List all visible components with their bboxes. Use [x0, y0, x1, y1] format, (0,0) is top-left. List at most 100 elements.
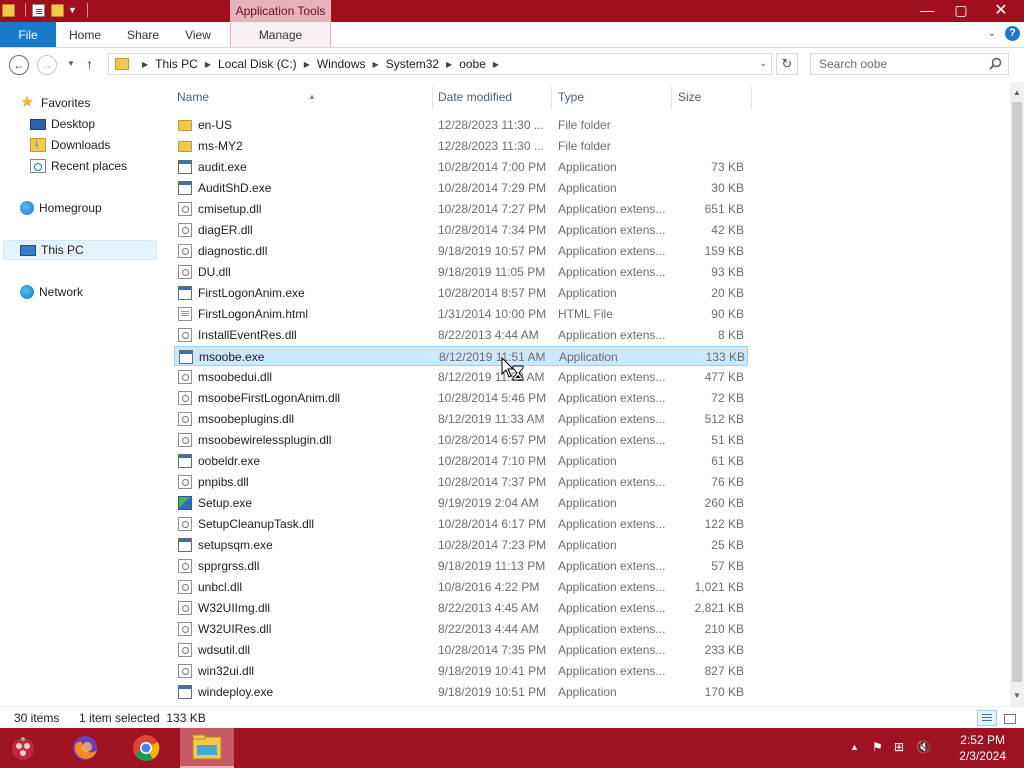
- column-divider[interactable]: [551, 86, 552, 108]
- large-icons-view-icon[interactable]: [999, 710, 1019, 726]
- dll-icon: [178, 412, 192, 426]
- table-row[interactable]: FirstLogonAnim.html 1/31/2014 10:00 PM HTM…: [174, 304, 748, 324]
- table-row[interactable]: windeploy.exe 9/18/2019 10:51 PM Applicati…: [174, 682, 748, 702]
- table-row[interactable]: msoobewirelessplugin.dll 10/28/2014 6:57 …: [174, 430, 748, 450]
- table-row[interactable]: msoobedui.dll 8/12/2019 11:52 AM Applicati…: [174, 367, 748, 387]
- tab-view[interactable]: View: [174, 22, 222, 47]
- table-row[interactable]: pnpibs.dll 10/28/2014 7:37 PM Application …: [174, 472, 748, 492]
- table-row[interactable]: FirstLogonAnim.exe 10/28/2014 8:57 PM Appl…: [174, 283, 748, 303]
- table-row[interactable]: unbcl.dll 10/8/2016 4:22 PM Application ex…: [174, 577, 748, 597]
- table-row[interactable]: diagnostic.dll 9/18/2019 10:57 PM Applicat…: [174, 241, 748, 261]
- tab-share[interactable]: Share: [116, 22, 170, 47]
- table-row[interactable]: W32UIRes.dll 8/22/2013 4:44 AM Application…: [174, 619, 748, 639]
- table-row[interactable]: cmisetup.dll 10/28/2014 7:27 PM Applicatio…: [174, 199, 748, 219]
- table-row[interactable]: win32ui.dll 9/18/2019 10:41 PM Application…: [174, 661, 748, 681]
- up-button[interactable]: ↑: [86, 56, 93, 72]
- table-row[interactable]: spprgrss.dll 9/18/2019 11:13 PM Applicatio…: [174, 556, 748, 576]
- table-row[interactable]: diagER.dll 10/28/2014 7:34 PM Application …: [174, 220, 748, 240]
- table-row[interactable]: InstallEventRes.dll 8/22/2013 4:44 AM Appl…: [174, 325, 748, 345]
- chevron-right-icon[interactable]: ▶: [373, 60, 379, 69]
- nav-network[interactable]: Network: [20, 282, 83, 302]
- address-bar[interactable]: ▶ This PC ▶ Local Disk (C:) ▶ Windows ▶ …: [108, 53, 772, 75]
- column-header-date[interactable]: Date modified: [438, 87, 548, 107]
- search-icon[interactable]: [989, 57, 1002, 70]
- nav-desktop[interactable]: Desktop: [30, 114, 95, 134]
- table-row[interactable]: AuditShD.exe 10/28/2014 7:29 PM Applicatio…: [174, 178, 748, 198]
- close-button[interactable]: ✕: [978, 0, 1024, 20]
- folder-icon[interactable]: [2, 3, 15, 17]
- properties-icon[interactable]: [32, 3, 45, 17]
- table-row[interactable]: Setup.exe 9/19/2019 2:04 AM Application 260…: [174, 493, 748, 513]
- details-view-icon[interactable]: [977, 710, 997, 726]
- maximize-button[interactable]: ▢: [944, 0, 978, 20]
- column-divider[interactable]: [671, 86, 672, 108]
- column-header-type[interactable]: Type: [558, 87, 668, 107]
- firefox-taskbar-button[interactable]: [58, 728, 112, 768]
- chevron-right-icon[interactable]: ▶: [205, 60, 211, 69]
- refresh-button[interactable]: ↻: [776, 53, 798, 75]
- table-row[interactable]: msoobeFirstLogonAnim.dll 10/28/2014 5:46 …: [174, 388, 748, 408]
- file-type: Application extens...: [558, 244, 666, 258]
- chevron-right-icon[interactable]: ▶: [446, 60, 452, 69]
- scroll-up-icon[interactable]: ▲: [1010, 84, 1024, 101]
- table-row[interactable]: W32UIImg.dll 8/22/2013 4:45 AM Application…: [174, 598, 748, 618]
- table-row[interactable]: DU.dll 9/18/2019 11:05 PM Application exte…: [174, 262, 748, 282]
- dll-icon: [178, 622, 192, 636]
- breadcrumb-windows[interactable]: Windows: [317, 57, 366, 71]
- breadcrumb-this-pc[interactable]: This PC: [155, 57, 198, 71]
- chevron-right-icon[interactable]: ▶: [304, 60, 310, 69]
- action-center-flag-icon[interactable]: ⚑: [872, 740, 883, 754]
- help-icon[interactable]: ?: [1005, 26, 1020, 41]
- minimize-button[interactable]: —: [910, 0, 944, 20]
- recent-locations-chevron-icon[interactable]: ▼: [67, 59, 75, 68]
- file-size: 1,021 KB: [694, 580, 744, 594]
- column-header-name[interactable]: Name ▲: [177, 87, 427, 107]
- show-hidden-icons-chevron-icon[interactable]: ▲: [850, 742, 859, 752]
- tab-manage[interactable]: Manage: [230, 22, 331, 47]
- table-row[interactable]: setupsqm.exe 10/28/2014 7:23 PM Applicatio…: [174, 535, 748, 555]
- table-row[interactable]: oobeldr.exe 10/28/2014 7:10 PM Application…: [174, 451, 748, 471]
- file-date-modified: 10/28/2014 7:00 PM: [438, 160, 547, 174]
- table-row[interactable]: en-US 12/28/2023 11:30 ... File folder: [174, 115, 748, 135]
- chevron-right-icon[interactable]: ▶: [142, 60, 148, 69]
- nav-homegroup[interactable]: Homegroup: [20, 198, 102, 218]
- table-row[interactable]: msoobeplugins.dll 8/12/2019 11:33 AM Appli…: [174, 409, 748, 429]
- search-box[interactable]: [810, 53, 1009, 75]
- vertical-scrollbar[interactable]: ▲ ▼: [1010, 82, 1024, 706]
- address-history-chevron-icon[interactable]: ⌄: [759, 58, 767, 69]
- column-divider[interactable]: [751, 86, 752, 108]
- forward-button[interactable]: →: [37, 55, 57, 75]
- scroll-thumb[interactable]: [1012, 102, 1022, 682]
- column-divider[interactable]: [432, 86, 433, 108]
- nav-favorites[interactable]: ★ Favorites: [20, 93, 90, 113]
- nav-downloads[interactable]: Downloads: [30, 135, 110, 155]
- scroll-down-icon[interactable]: ▼: [1010, 687, 1024, 704]
- volume-muted-icon[interactable]: 🔇: [916, 740, 931, 754]
- file-type: Application extens...: [558, 517, 666, 531]
- chevron-right-icon[interactable]: ▶: [493, 60, 499, 69]
- breadcrumb-oobe[interactable]: oobe: [459, 57, 486, 71]
- table-row[interactable]: audit.exe 10/28/2014 7:00 PM Application 73…: [174, 157, 748, 177]
- breadcrumb-system32[interactable]: System32: [386, 57, 439, 71]
- start-button-icon[interactable]: [8, 733, 38, 763]
- table-row[interactable]: SetupCleanupTask.dll 10/28/2014 6:17 PM Ap…: [174, 514, 748, 534]
- network-status-icon[interactable]: ⊞: [894, 740, 904, 754]
- tab-file[interactable]: File: [0, 22, 56, 47]
- tab-home[interactable]: Home: [58, 22, 112, 47]
- search-input[interactable]: [811, 54, 986, 74]
- table-row[interactable]: wdsutil.dll 10/28/2014 7:35 PM Application…: [174, 640, 748, 660]
- file-explorer-taskbar-button[interactable]: [180, 728, 234, 768]
- back-button[interactable]: ←: [9, 55, 29, 75]
- table-row[interactable]: ms-MY2 12/28/2023 11:30 ... File folder: [174, 136, 748, 156]
- table-row[interactable]: msoobe.exe 8/12/2019 11:51 AM Application 1…: [174, 346, 748, 366]
- taskbar-clock[interactable]: 2:52 PM 2/3/2024: [959, 732, 1006, 764]
- nav-recent-places[interactable]: Recent places: [30, 156, 127, 176]
- breadcrumb-local-disk[interactable]: Local Disk (C:): [218, 57, 297, 71]
- new-folder-icon[interactable]: [51, 3, 64, 17]
- chrome-taskbar-button[interactable]: [119, 728, 173, 768]
- file-date-modified: 8/12/2019 11:51 AM: [439, 350, 546, 364]
- customize-qat-chevron-icon[interactable]: ▼: [68, 5, 77, 15]
- nav-this-pc[interactable]: This PC: [3, 240, 157, 260]
- expand-ribbon-chevron-icon[interactable]: ⌄: [988, 28, 996, 39]
- column-header-size[interactable]: Size: [678, 87, 748, 107]
